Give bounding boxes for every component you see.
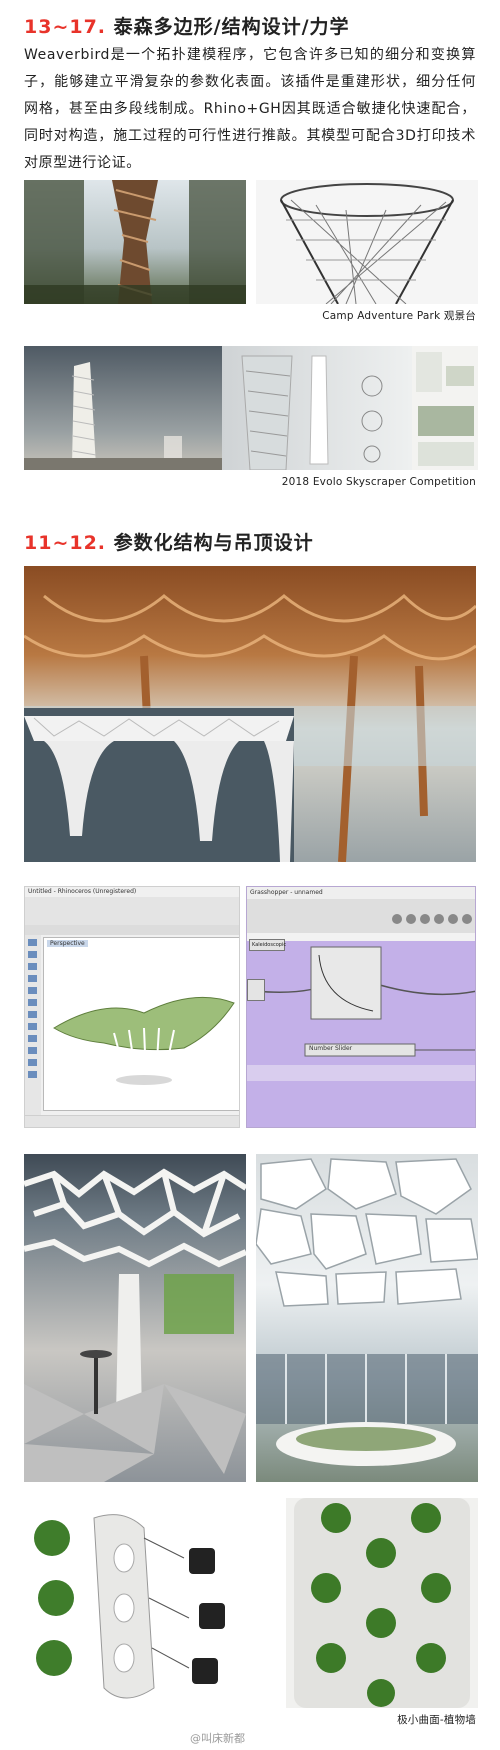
rhino-title: Untitled - Rhinoceros (Unregistered) <box>28 888 137 895</box>
skyscraper-render <box>24 346 224 470</box>
gh-toolbar <box>247 899 475 933</box>
caption-green-wall: 极小曲面-植物墙 <box>397 1714 476 1726</box>
gh-range-component[interactable] <box>247 979 265 1001</box>
rhino-command-area <box>25 897 239 926</box>
rhino-viewport[interactable]: Perspective <box>43 937 239 1111</box>
heading-title: 参数化结构与吊顶设计 <box>113 532 314 554</box>
gh-titlebar: Grasshopper - unnamed <box>247 887 475 899</box>
watermark: @叫床新都 <box>190 1732 245 1745</box>
skyscraper-board <box>412 346 478 470</box>
number-slider-label[interactable]: Number Slider <box>309 1045 352 1052</box>
rhino-window: Untitled - Rhinoceros (Unregistered) Per… <box>24 886 240 1128</box>
gh-canvas[interactable]: Kaleidoscopic Number Slider <box>247 939 475 1127</box>
viewport-label: Perspective <box>47 940 88 947</box>
tower-line-drawing <box>256 180 478 304</box>
caption-evolo: 2018 Evolo Skyscraper Competition <box>281 476 476 488</box>
section-heading-1: 13~17. 泰森多边形/结构设计/力学 <box>24 12 350 39</box>
gh-component[interactable]: Kaleidoscopic <box>249 939 286 951</box>
rhino-toolbar <box>25 925 239 935</box>
tower-forest-render <box>24 180 246 304</box>
heading-title: 泰森多边形/结构设计/力学 <box>113 16 350 38</box>
voronoi-ceiling-photo <box>256 1154 478 1482</box>
heading-number: 11~12. <box>24 532 107 554</box>
green-wall-exploded <box>24 1498 246 1710</box>
rhino-side-toolbar <box>25 935 41 1115</box>
rhino-status-bar <box>25 1115 239 1127</box>
description-paragraph: Weaverbird是一个拓扑建模程序，它包含许多已知的细分和变换算子，能够建立… <box>24 47 476 171</box>
voronoi-cafe-photo <box>24 1154 246 1482</box>
gh-title: Grasshopper - unnamed <box>250 889 323 896</box>
skyscraper-diagram <box>222 346 412 470</box>
green-wall-photo <box>286 1498 478 1708</box>
section-heading-2: 11~12. 参数化结构与吊顶设计 <box>24 528 314 555</box>
caption-camp-adventure: Camp Adventure Park 观景台 <box>322 310 476 322</box>
heading-number: 13~17. <box>24 16 107 38</box>
timber-canopy-photo <box>24 566 476 862</box>
grasshopper-window: Grasshopper - unnamed Kaleidoscopic Numb… <box>246 886 476 1128</box>
